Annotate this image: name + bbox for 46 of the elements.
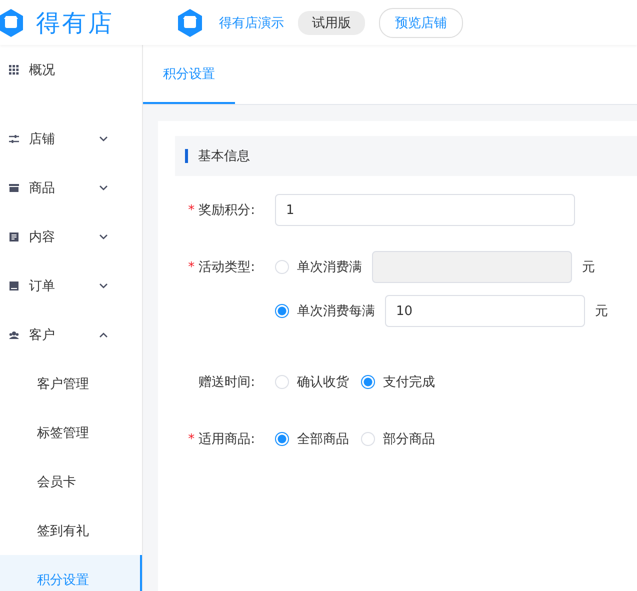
trial-badge: 试用版 — [298, 10, 365, 34]
sidebar-item[interactable]: 客户 — [0, 310, 142, 359]
input-field[interactable]: 1 — [275, 194, 575, 226]
sidebar-item[interactable]: 概况 — [0, 45, 142, 94]
radio-button[interactable] — [361, 375, 375, 389]
option-label: 部分商品 — [383, 431, 435, 448]
sliders-icon — [9, 134, 19, 144]
sidebar-subitem[interactable]: 签到有礼 — [0, 506, 142, 555]
sidebar-subitem[interactable]: 客户管理 — [0, 359, 142, 408]
document-icon — [9, 232, 19, 242]
sidebar-item[interactable]: 内容 — [0, 212, 142, 261]
store-icon — [175, 8, 205, 38]
option-label: 确认收货 — [297, 374, 349, 391]
sidebar-item[interactable]: 店铺 — [0, 114, 142, 163]
option-label: 支付完成 — [383, 374, 435, 391]
radio-option[interactable]: 全部商品 — [275, 430, 349, 448]
required-mark: * — [188, 432, 195, 446]
people-icon — [9, 330, 19, 340]
radio-button[interactable] — [275, 304, 289, 318]
sidebar-item[interactable]: 订单 — [0, 261, 142, 310]
required-mark: * — [188, 260, 195, 274]
logo-text: 得有店 — [36, 8, 114, 38]
field-label: 活动类型: — [198, 259, 255, 276]
radio-option[interactable]: 单次消费每满 — [275, 302, 375, 320]
section-title: 基本信息 — [198, 148, 250, 165]
grid-icon — [9, 64, 19, 74]
field-label: 适用商品: — [198, 431, 255, 448]
radio-option[interactable]: 确认收货 — [275, 373, 349, 391]
unit-label: 元 — [595, 303, 608, 320]
radio-option[interactable]: 部分商品 — [361, 430, 435, 448]
sidebar-subitem[interactable]: 会员卡 — [0, 457, 142, 506]
box-icon — [9, 182, 19, 192]
option-label: 单次消费满 — [297, 259, 362, 276]
unit-label: 元 — [582, 259, 595, 276]
required-mark: * — [188, 202, 195, 218]
order-icon — [9, 280, 19, 290]
radio-button[interactable] — [275, 432, 289, 446]
field-label: 赠送时间: — [198, 374, 255, 391]
radio-option[interactable]: 支付完成 — [361, 373, 435, 391]
sidebar-item[interactable]: 商品 — [0, 163, 142, 212]
input-field[interactable]: 10 — [385, 295, 585, 327]
radio-option[interactable]: 单次消费满 — [275, 258, 362, 276]
option-label: 单次消费每满 — [297, 303, 375, 320]
option-label: 全部商品 — [297, 431, 349, 448]
field-label: 奖励积分: — [198, 202, 255, 219]
sidebar-subitem[interactable]: 标签管理 — [0, 408, 142, 457]
